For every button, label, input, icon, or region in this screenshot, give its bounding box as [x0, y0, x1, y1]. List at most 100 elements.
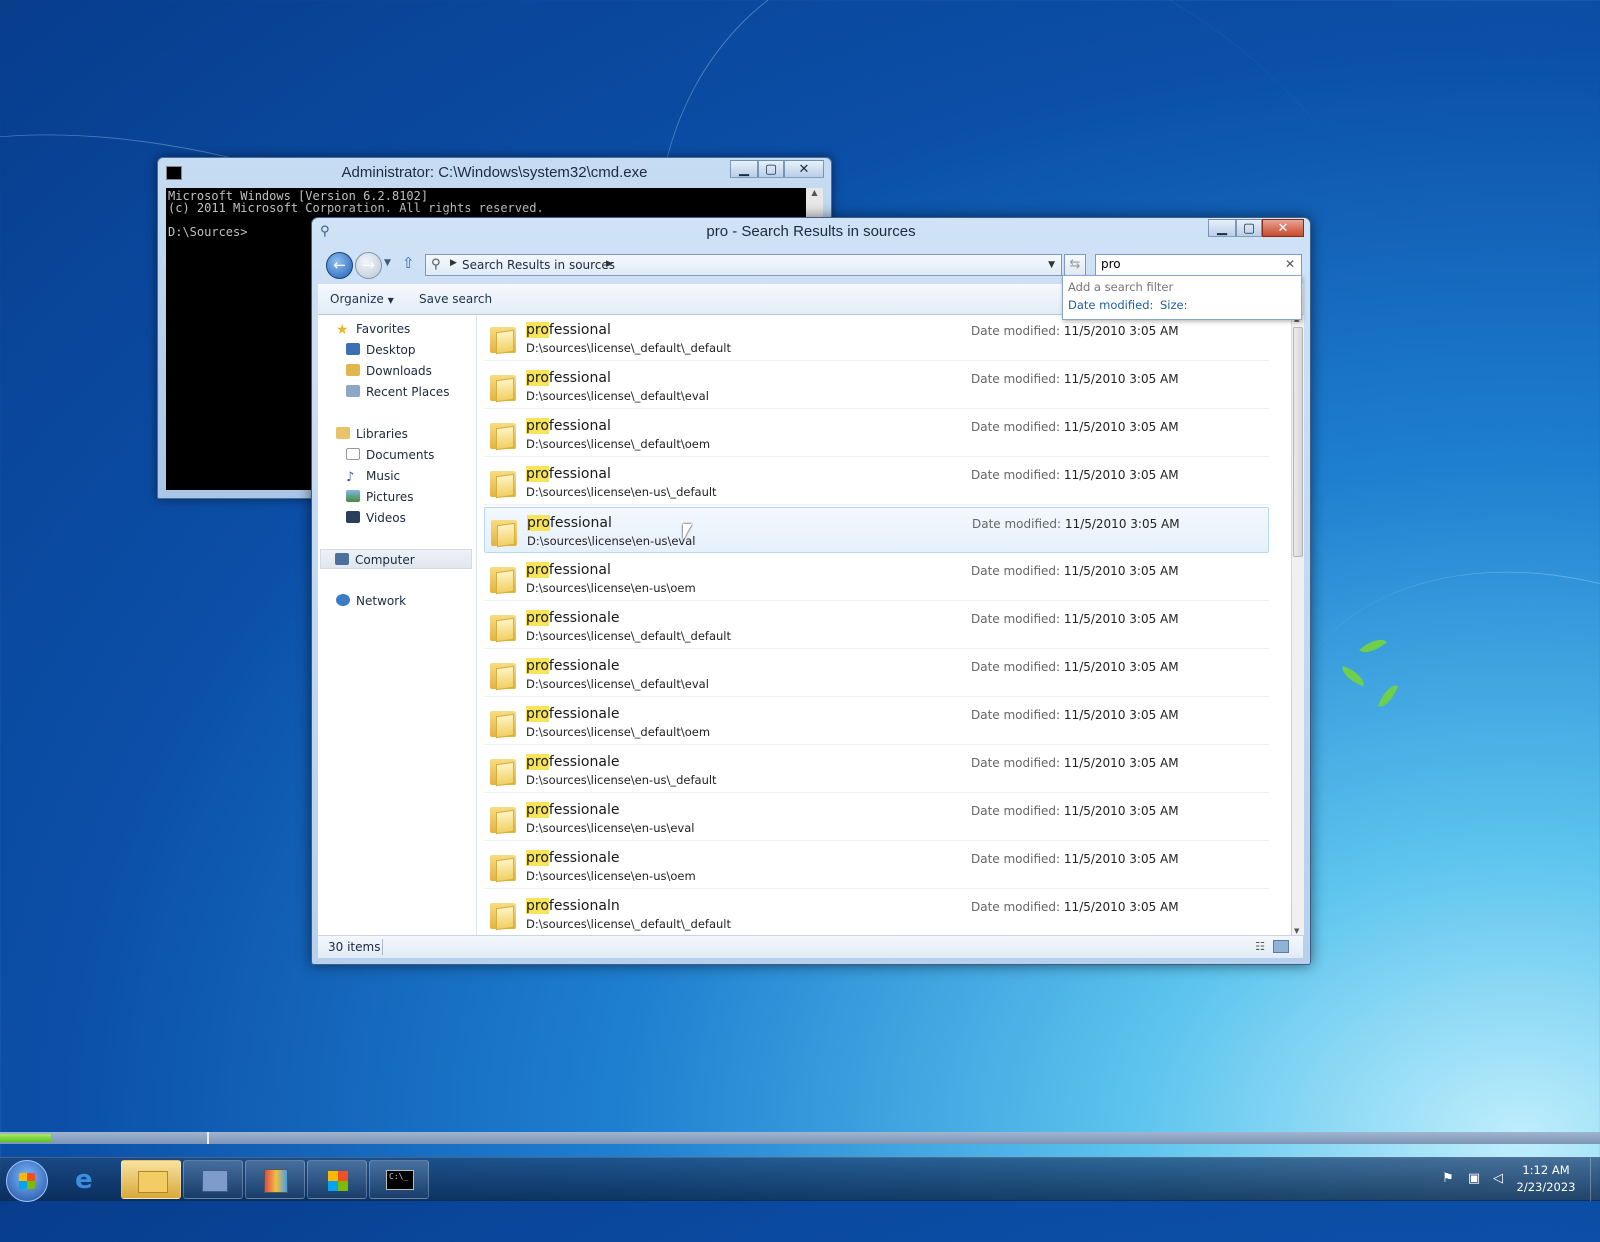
breadcrumb-search-results[interactable]: Search Results in sources	[462, 258, 615, 272]
taskbar-internet-explorer[interactable]: e	[58, 1160, 118, 1199]
back-button[interactable]: ←	[326, 252, 353, 279]
nav-downloads[interactable]: Downloads	[346, 361, 432, 381]
search-input[interactable]	[1101, 257, 1271, 271]
forward-button[interactable]: →	[355, 252, 382, 279]
name-rest: fessionale	[548, 610, 620, 626]
cmd-maximize-button[interactable]: ▢	[758, 160, 784, 178]
list-item[interactable]: professional D:\sources\license\_default\…	[484, 411, 1269, 457]
item-name: professionale	[526, 610, 619, 626]
date-modified-value: 11/5/2010 3:05 AM	[1063, 468, 1179, 482]
list-item[interactable]: professionaln D:\sources\license\_default…	[484, 891, 1269, 935]
address-bar[interactable]: ⚲ ▶ Search Results in sources ▶ ▼	[425, 254, 1062, 276]
list-item[interactable]: professionale D:\sources\license\en-us\oe…	[484, 843, 1269, 889]
back-arrow-icon: ←	[333, 256, 346, 274]
results-scrollbar[interactable]: ▲ ▼	[1292, 315, 1304, 935]
list-item[interactable]: professionale D:\sources\license\en-us\_d…	[484, 747, 1269, 793]
internet-explorer-icon: e	[75, 1165, 93, 1195]
folder-icon	[490, 325, 516, 355]
save-search-button[interactable]: Save search	[419, 292, 492, 306]
filter-size[interactable]: Size:	[1160, 298, 1187, 312]
nav-label: Videos	[366, 511, 406, 525]
list-item[interactable]: professional D:\sources\license\en-us\oem…	[484, 555, 1269, 601]
close-button[interactable]: ✕	[1262, 219, 1304, 237]
taskbar-windows-app[interactable]	[307, 1160, 367, 1199]
nav-videos[interactable]: Videos	[346, 508, 406, 528]
item-date-modified: Date modified: 11/5/2010 3:05 AM	[971, 372, 1179, 386]
details-view-icon[interactable]: ☷	[1255, 940, 1265, 953]
nav-computer[interactable]: Computer	[320, 549, 472, 569]
item-date-modified: Date modified: 11/5/2010 3:05 AM	[971, 660, 1179, 674]
list-item[interactable]: professionale D:\sources\license\en-us\ev…	[484, 795, 1269, 841]
nav-pictures[interactable]: Pictures	[346, 487, 414, 507]
documents-icon	[346, 448, 360, 460]
network-tray-icon[interactable]: ▣	[1466, 1171, 1482, 1187]
taskbar-cmd[interactable]: C:\_	[369, 1160, 429, 1199]
nav-music[interactable]: ♪ Music	[346, 466, 400, 486]
cmd-line: (c) 2011 Microsoft Corporation. All righ…	[168, 201, 544, 215]
folder-icon	[491, 518, 517, 548]
setup-computer-icon	[202, 1170, 228, 1192]
list-item[interactable]: professional D:\sources\license\en-us\_de…	[484, 459, 1269, 505]
item-name: professionale	[526, 850, 619, 866]
list-item[interactable]: professionale D:\sources\license\_default…	[484, 651, 1269, 697]
nav-libraries[interactable]: Libraries	[336, 424, 408, 444]
nav-documents[interactable]: Documents	[346, 445, 434, 465]
maximize-button[interactable]: ▢	[1236, 219, 1262, 237]
explorer-window[interactable]: ⚲ pro - Search Results in sources ▁ ▢ ✕ …	[311, 217, 1311, 965]
action-center-flag-icon[interactable]: ⚑	[1440, 1171, 1456, 1187]
clock-date: 2/23/2023	[1516, 1180, 1576, 1194]
status-bar: 30 items ☷	[318, 935, 1303, 958]
nav-label: Music	[366, 469, 401, 483]
list-item[interactable]: professionale D:\sources\license\_default…	[484, 603, 1269, 649]
item-path: D:\sources\license\_default\eval	[526, 677, 709, 691]
search-results-list[interactable]: pro fessional D:\sources\license\_default\…	[477, 315, 1291, 935]
filter-date-modified[interactable]: Date modified:	[1068, 298, 1153, 312]
name-rest: fessional	[548, 322, 611, 338]
search-box[interactable]: ✕	[1095, 254, 1302, 276]
up-arrow-icon[interactable]: ⇧	[402, 254, 415, 272]
volume-muted-icon[interactable]: ◁	[1490, 1171, 1506, 1187]
list-item[interactable]: professional D:\sources\license\_default\…	[484, 363, 1269, 409]
minimize-button[interactable]: ▁	[1208, 219, 1236, 237]
scroll-down-icon[interactable]: ▼	[1294, 927, 1299, 935]
large-icons-view-icon[interactable]	[1273, 940, 1289, 953]
nav-network[interactable]: Network	[336, 591, 406, 611]
folder-icon	[490, 613, 516, 643]
list-item[interactable]: professional D:\sources\license\_default\…	[484, 315, 1269, 361]
breadcrumb-chevron-icon[interactable]: ▶	[450, 258, 457, 268]
date-modified-value: 11/5/2010 3:05 AM	[1064, 517, 1180, 531]
system-clock[interactable]: 1:12 AM 2/23/2023	[1512, 1162, 1580, 1196]
taskbar-installer[interactable]	[245, 1160, 305, 1199]
match-highlight: pro	[526, 802, 549, 818]
address-dropdown-icon[interactable]: ▼	[1048, 260, 1055, 270]
folder-icon	[490, 709, 516, 739]
date-modified-label: Date modified:	[971, 612, 1061, 626]
taskbar-explorer[interactable]	[121, 1160, 181, 1199]
scroll-thumb[interactable]	[1293, 327, 1303, 557]
nav-favorites[interactable]: ★ Favorites	[336, 319, 410, 339]
scroll-up-icon[interactable]: ▲	[806, 188, 823, 197]
nav-desktop[interactable]: Desktop	[346, 340, 416, 360]
start-button[interactable]	[6, 1160, 48, 1202]
organize-button[interactable]: Organize ▼	[330, 292, 394, 306]
show-desktop-button[interactable]	[1590, 1158, 1600, 1201]
taskbar-setup[interactable]	[183, 1160, 243, 1199]
item-name: professionaln	[526, 898, 620, 914]
date-modified-value: 11/5/2010 3:05 AM	[1063, 372, 1179, 386]
nav-recent-places[interactable]: Recent Places	[346, 382, 449, 402]
list-item[interactable]: professionale D:\sources\license\_default…	[484, 699, 1269, 745]
progress-fill	[0, 1134, 51, 1142]
nav-label: Computer	[355, 553, 415, 567]
cmd-minimize-button[interactable]: ▁	[730, 160, 758, 178]
breadcrumb-chevron-icon[interactable]: ▶	[606, 259, 613, 269]
folder-icon	[490, 901, 516, 931]
recent-pages-dropdown-icon[interactable]: ▼	[384, 258, 391, 268]
list-item[interactable]: professional D:\sources\license\en-us\eva…	[484, 507, 1269, 553]
folder-icon	[490, 373, 516, 403]
date-modified-value: 11/5/2010 3:05 AM	[1063, 708, 1179, 722]
installer-box-icon	[264, 1169, 288, 1193]
cmd-close-button[interactable]: ✕	[784, 160, 824, 178]
refresh-button[interactable]: ⇆	[1064, 254, 1086, 276]
nav-label: Libraries	[356, 427, 408, 441]
clear-search-icon[interactable]: ✕	[1285, 257, 1295, 271]
